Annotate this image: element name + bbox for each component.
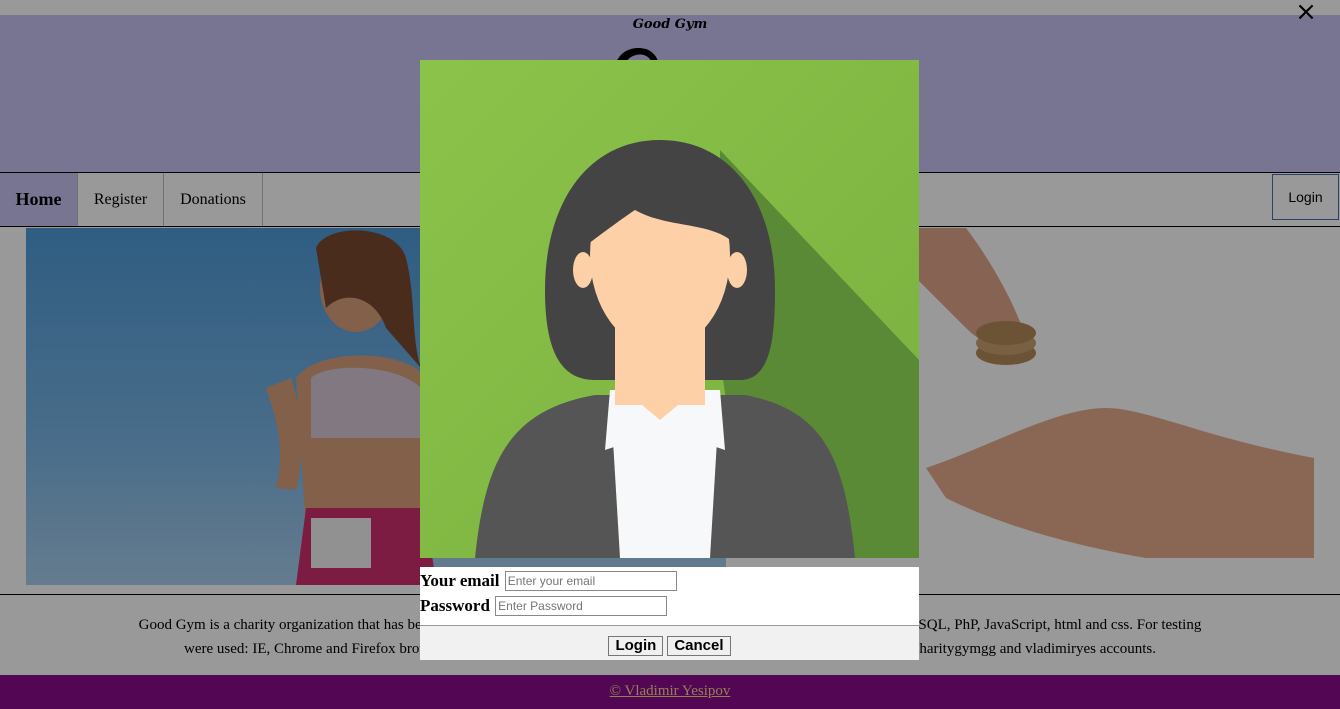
password-row: Password [420,595,668,617]
login-form: Your email Password [420,567,919,626]
password-label: Password [420,596,490,616]
password-field[interactable] [495,596,668,617]
avatar-image [420,60,919,558]
email-row: Your email [420,570,677,592]
email-field[interactable] [504,571,677,592]
page: Good Gym Home Register Donations Login G… [0,0,1340,709]
modal-button-bar: Login Cancel [420,626,919,660]
cancel-button[interactable]: Cancel [667,636,731,656]
email-label: Your email [420,571,500,591]
login-modal: Your email Password Login Cancel [420,60,919,660]
close-icon[interactable]: × [1294,0,1318,25]
login-button[interactable]: Login [608,636,664,656]
